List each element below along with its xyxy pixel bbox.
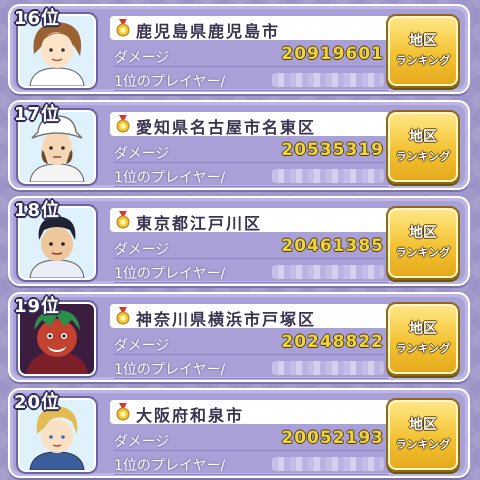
- damage-label: ダメージ: [114, 50, 170, 66]
- damage-label: ダメージ: [114, 242, 170, 258]
- region-name: 大阪府和泉市: [136, 406, 245, 425]
- region-ranking-button[interactable]: 地区 ランキング: [386, 110, 460, 184]
- medal-icon: [116, 307, 130, 325]
- region-name-bar: 鹿児島県鹿児島市: [110, 16, 390, 41]
- region-ranking-button-label-bottom: ランキング: [395, 342, 451, 355]
- top-player-line: 1位のプレイヤー/: [114, 68, 388, 91]
- rank-label: 17位: [14, 104, 61, 125]
- top-player-line: 1位のプレイヤー/: [114, 164, 388, 187]
- blurred-player-name: [272, 169, 384, 183]
- top-player-line: 1位のプレイヤー/: [114, 452, 388, 475]
- top-player-label: 1位のプレイヤー/: [114, 362, 226, 378]
- region-name-bar: 神奈川県横浜市戸塚区: [110, 304, 390, 329]
- medal-icon: [116, 115, 130, 133]
- damage-line: ダメージ 20919601: [114, 44, 388, 67]
- rank-label: 18位: [14, 200, 61, 221]
- ranking-row: 神奈川県横浜市戸塚区 ダメージ 20248822 1位のプレイヤー/ 地区 ラン…: [0, 288, 480, 384]
- region-ranking-button-label-bottom: ランキング: [395, 54, 451, 67]
- damage-line: ダメージ 20248822: [114, 332, 388, 355]
- damage-value: 20248822: [281, 332, 384, 352]
- damage-value: 20919601: [281, 44, 384, 64]
- region-ranking-button-label-top: 地区: [409, 417, 437, 433]
- medal-icon: [116, 19, 130, 37]
- ranking-row: 大阪府和泉市 ダメージ 20052193 1位のプレイヤー/ 地区 ランキング: [0, 384, 480, 480]
- ranking-row: 愛知県名古屋市名東区 ダメージ 20535319 1位のプレイヤー/ 地区 ラン…: [0, 96, 480, 192]
- top-player-label: 1位のプレイヤー/: [114, 458, 226, 474]
- region-ranking-button-label-bottom: ランキング: [395, 246, 451, 259]
- region-ranking-button[interactable]: 地区 ランキング: [386, 206, 460, 280]
- region-name-bar: 大阪府和泉市: [110, 400, 390, 425]
- region-ranking-button-label-top: 地区: [409, 129, 437, 145]
- rank-label: 19位: [14, 296, 61, 317]
- region-ranking-button-label-top: 地区: [409, 33, 437, 49]
- ranking-row: 鹿児島県鹿児島市 ダメージ 20919601 1位のプレイヤー/ 地区 ランキン…: [0, 0, 480, 96]
- damage-line: ダメージ 20461385: [114, 236, 388, 259]
- region-ranking-button[interactable]: 地区 ランキング: [386, 302, 460, 376]
- rank-label: 20位: [14, 392, 61, 413]
- region-name-bar: 愛知県名古屋市名東区: [110, 112, 390, 137]
- region-name: 鹿児島県鹿児島市: [136, 22, 281, 41]
- top-player-line: 1位のプレイヤー/: [114, 356, 388, 379]
- rank-label: 16位: [14, 8, 61, 29]
- ranking-list: 鹿児島県鹿児島市 ダメージ 20919601 1位のプレイヤー/ 地区 ランキン…: [0, 0, 480, 480]
- region-ranking-button-label-bottom: ランキング: [395, 438, 451, 451]
- medal-icon: [116, 211, 130, 229]
- region-name: 愛知県名古屋市名東区: [136, 118, 317, 137]
- medal-icon: [116, 403, 130, 421]
- region-name-bar: 東京都江戸川区: [110, 208, 390, 233]
- damage-label: ダメージ: [114, 338, 170, 354]
- region-ranking-button[interactable]: 地区 ランキング: [386, 14, 460, 88]
- top-player-line: 1位のプレイヤー/: [114, 260, 388, 283]
- damage-line: ダメージ 20052193: [114, 428, 388, 451]
- damage-label: ダメージ: [114, 146, 170, 162]
- region-ranking-button-label-top: 地区: [409, 225, 437, 241]
- damage-value: 20535319: [281, 140, 384, 160]
- blurred-player-name: [272, 265, 384, 279]
- damage-line: ダメージ 20535319: [114, 140, 388, 163]
- top-player-label: 1位のプレイヤー/: [114, 74, 226, 90]
- region-name: 神奈川県横浜市戸塚区: [136, 310, 317, 329]
- damage-value: 20461385: [281, 236, 384, 256]
- blurred-player-name: [272, 457, 384, 471]
- blurred-player-name: [272, 73, 384, 87]
- blurred-player-name: [272, 361, 384, 375]
- region-ranking-button[interactable]: 地区 ランキング: [386, 398, 460, 472]
- damage-value: 20052193: [281, 428, 384, 448]
- damage-label: ダメージ: [114, 434, 170, 450]
- top-player-label: 1位のプレイヤー/: [114, 266, 226, 282]
- region-ranking-button-label-top: 地区: [409, 321, 437, 337]
- region-ranking-button-label-bottom: ランキング: [395, 150, 451, 163]
- region-name: 東京都江戸川区: [136, 214, 263, 233]
- top-player-label: 1位のプレイヤー/: [114, 170, 226, 186]
- ranking-row: 東京都江戸川区 ダメージ 20461385 1位のプレイヤー/ 地区 ランキング: [0, 192, 480, 288]
